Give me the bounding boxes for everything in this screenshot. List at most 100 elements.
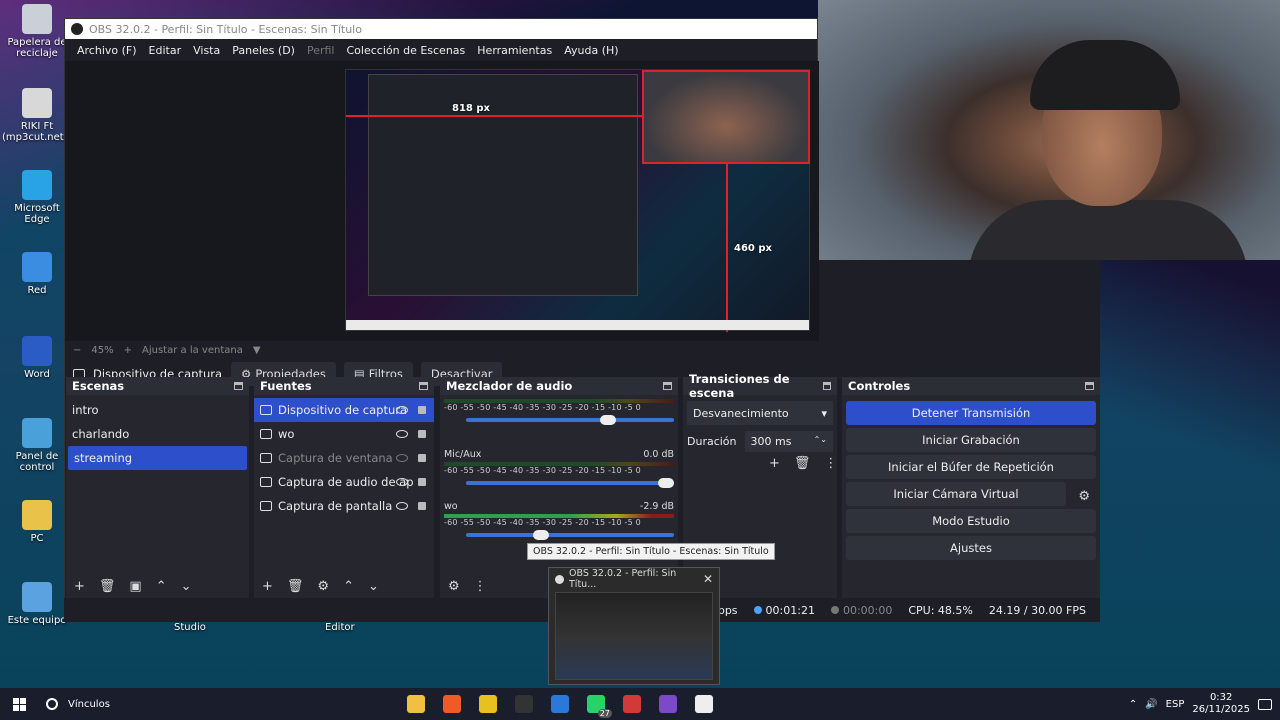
menu-ayuda-h[interactable]: Ayuda (H) xyxy=(558,44,624,57)
taskbar-obs[interactable] xyxy=(506,688,542,720)
advanced-audio-icon[interactable]: ⚙ xyxy=(448,579,460,594)
add-scene-icon[interactable]: + xyxy=(74,579,85,594)
close-icon[interactable]: ✕ xyxy=(703,572,719,586)
menu-paneles-d[interactable]: Paneles (D) xyxy=(226,44,301,57)
taskbar-app-purple[interactable] xyxy=(650,688,686,720)
obs-title-bar[interactable]: OBS 32.0.2 - Perfil: Sin Título - Escena… xyxy=(65,19,817,39)
menu-vista[interactable]: Vista xyxy=(187,44,226,57)
remove-transition-icon[interactable]: 🗑 xyxy=(794,456,811,471)
iniciar-el-bufer-de-repeticion-button[interactable]: Iniciar el Búfer de Repetición xyxy=(846,455,1096,479)
virtual-camera-settings-icon[interactable]: ⚙ xyxy=(1078,489,1090,504)
start-button[interactable] xyxy=(0,688,38,720)
source-item[interactable]: Captura de audio de ap xyxy=(254,470,434,494)
desktop-icon-riki-ft-mp3cut-net[interactable]: RIKI Ft (mp3cut.net)... xyxy=(2,88,77,143)
scene-item-charlando[interactable]: charlando xyxy=(66,422,249,446)
preview-selected-source[interactable] xyxy=(642,70,810,164)
preview-canvas[interactable]: 818 px 460 px xyxy=(345,69,810,332)
desktop-icon-papelera-de-reciclaje[interactable]: Papelera de reciclaje xyxy=(2,4,72,59)
add-transition-icon[interactable]: + xyxy=(769,456,780,471)
move-up-icon[interactable]: ⌃ xyxy=(156,579,167,594)
iniciar-camara-virtual-button[interactable]: Iniciar Cámara Virtual xyxy=(846,482,1066,506)
lock-icon[interactable] xyxy=(418,478,426,486)
undock-icon[interactable] xyxy=(663,382,672,390)
desktop-icon-pc[interactable]: PC xyxy=(2,500,72,544)
speaker-icon[interactable]: 🔊 xyxy=(1145,699,1157,710)
taskbar-brave-browser[interactable] xyxy=(434,688,470,720)
zoom-out-button[interactable]: − xyxy=(73,345,81,356)
desktop-label-studio[interactable]: Studio xyxy=(174,622,206,633)
stepper-icon[interactable]: ⌃⌄ xyxy=(814,435,827,448)
desktop-icon-este-equipo[interactable]: Este equipo xyxy=(2,582,72,626)
move-down-icon[interactable]: ⌄ xyxy=(181,579,192,594)
notification-icon[interactable] xyxy=(1258,698,1272,710)
thumbnail-preview[interactable] xyxy=(555,592,713,680)
iniciar-grabacion-button[interactable]: Iniciar Grabación xyxy=(846,428,1096,452)
eye-icon[interactable] xyxy=(396,502,408,510)
lock-icon[interactable] xyxy=(418,454,426,462)
source-item[interactable]: Captura de pantalla xyxy=(254,494,434,518)
eye-icon[interactable] xyxy=(396,406,408,414)
mixer-menu-icon[interactable]: ⋮ xyxy=(474,579,487,594)
desktop-icon-microsoft-edge[interactable]: Microsoft Edge xyxy=(2,170,72,225)
menu-herramientas[interactable]: Herramientas xyxy=(471,44,558,57)
taskbar-store[interactable] xyxy=(542,688,578,720)
taskbar-notepad[interactable] xyxy=(686,688,722,720)
undock-icon[interactable] xyxy=(822,382,831,390)
detener-transmision-button[interactable]: Detener Transmisión xyxy=(846,401,1096,425)
app-red-icon xyxy=(622,695,641,713)
clock[interactable]: 0:32 26/11/2025 xyxy=(1192,692,1250,716)
ajustes-button[interactable]: Ajustes xyxy=(846,536,1096,560)
taskbar-file-explorer[interactable] xyxy=(398,688,434,720)
eye-icon[interactable] xyxy=(396,478,408,486)
remove-source-icon[interactable]: 🗑 xyxy=(287,579,304,594)
lock-icon[interactable] xyxy=(418,430,426,438)
chevron-up-icon[interactable]: ⌃ xyxy=(1129,699,1137,710)
lock-icon[interactable] xyxy=(418,406,426,414)
zoom-in-button[interactable]: + xyxy=(124,345,132,356)
source-item[interactable]: Captura de ventana xyxy=(254,446,434,470)
fit-window-label[interactable]: Ajustar a la ventana xyxy=(142,345,243,356)
transition-menu-icon[interactable]: ⋮ xyxy=(824,456,837,471)
scene-item-streaming[interactable]: streaming xyxy=(68,446,247,470)
lock-icon[interactable] xyxy=(418,502,426,510)
volume-slider[interactable] xyxy=(466,530,674,540)
preview-area[interactable]: 818 px 460 px xyxy=(65,61,819,341)
scene-filters-icon[interactable]: ▣ xyxy=(129,579,141,594)
menu-coleccion-de-escenas[interactable]: Colección de Escenas xyxy=(341,44,472,57)
volume-knob[interactable] xyxy=(658,478,674,488)
duration-input[interactable]: 300 ms ⌃⌄ xyxy=(744,431,833,452)
menu-editar[interactable]: Editar xyxy=(143,44,188,57)
taskbar-thumbnail[interactable]: OBS 32.0.2 - Perfil: Sin Títu... ✕ xyxy=(548,567,720,685)
eye-off-icon[interactable] xyxy=(396,454,408,462)
volume-slider[interactable] xyxy=(466,478,674,488)
undock-icon[interactable] xyxy=(1085,382,1094,390)
move-up-icon[interactable]: ⌃ xyxy=(343,579,354,594)
source-item[interactable]: wo xyxy=(254,422,434,446)
volume-slider[interactable] xyxy=(466,415,674,425)
volume-knob[interactable] xyxy=(533,530,550,540)
volume-knob[interactable] xyxy=(599,415,616,425)
taskbar-whatsapp[interactable]: 27 xyxy=(578,688,614,720)
eye-icon[interactable] xyxy=(396,430,408,438)
transition-select[interactable]: Desvanecimiento ▾ xyxy=(687,401,833,425)
move-down-icon[interactable]: ⌄ xyxy=(368,579,379,594)
desktop-icon-word[interactable]: Word xyxy=(2,336,72,380)
desktop-icon-panel-de-control[interactable]: Panel de control xyxy=(2,418,72,473)
app-icon xyxy=(22,582,52,612)
modo-estudio-button[interactable]: Modo Estudio xyxy=(846,509,1096,533)
search-button[interactable]: Vínculos xyxy=(38,698,118,710)
source-item[interactable]: Dispositivo de captura xyxy=(254,398,434,422)
desktop-label-editor[interactable]: Editor xyxy=(325,622,355,633)
add-source-icon[interactable]: + xyxy=(262,579,273,594)
scene-item-intro[interactable]: intro xyxy=(66,398,249,422)
zoom-dropdown-icon[interactable]: ▼ xyxy=(253,345,261,356)
menu-archivo-f[interactable]: Archivo (F) xyxy=(71,44,143,57)
language-indicator[interactable]: ESP xyxy=(1166,699,1185,710)
taskbar-app-red[interactable] xyxy=(614,688,650,720)
undock-icon[interactable] xyxy=(419,382,428,390)
taskbar-app-yellow[interactable] xyxy=(470,688,506,720)
desktop-icon-red[interactable]: Red xyxy=(2,252,72,296)
remove-scene-icon[interactable]: 🗑 xyxy=(99,579,116,594)
source-properties-icon[interactable]: ⚙ xyxy=(317,579,329,594)
undock-icon[interactable] xyxy=(234,382,243,390)
